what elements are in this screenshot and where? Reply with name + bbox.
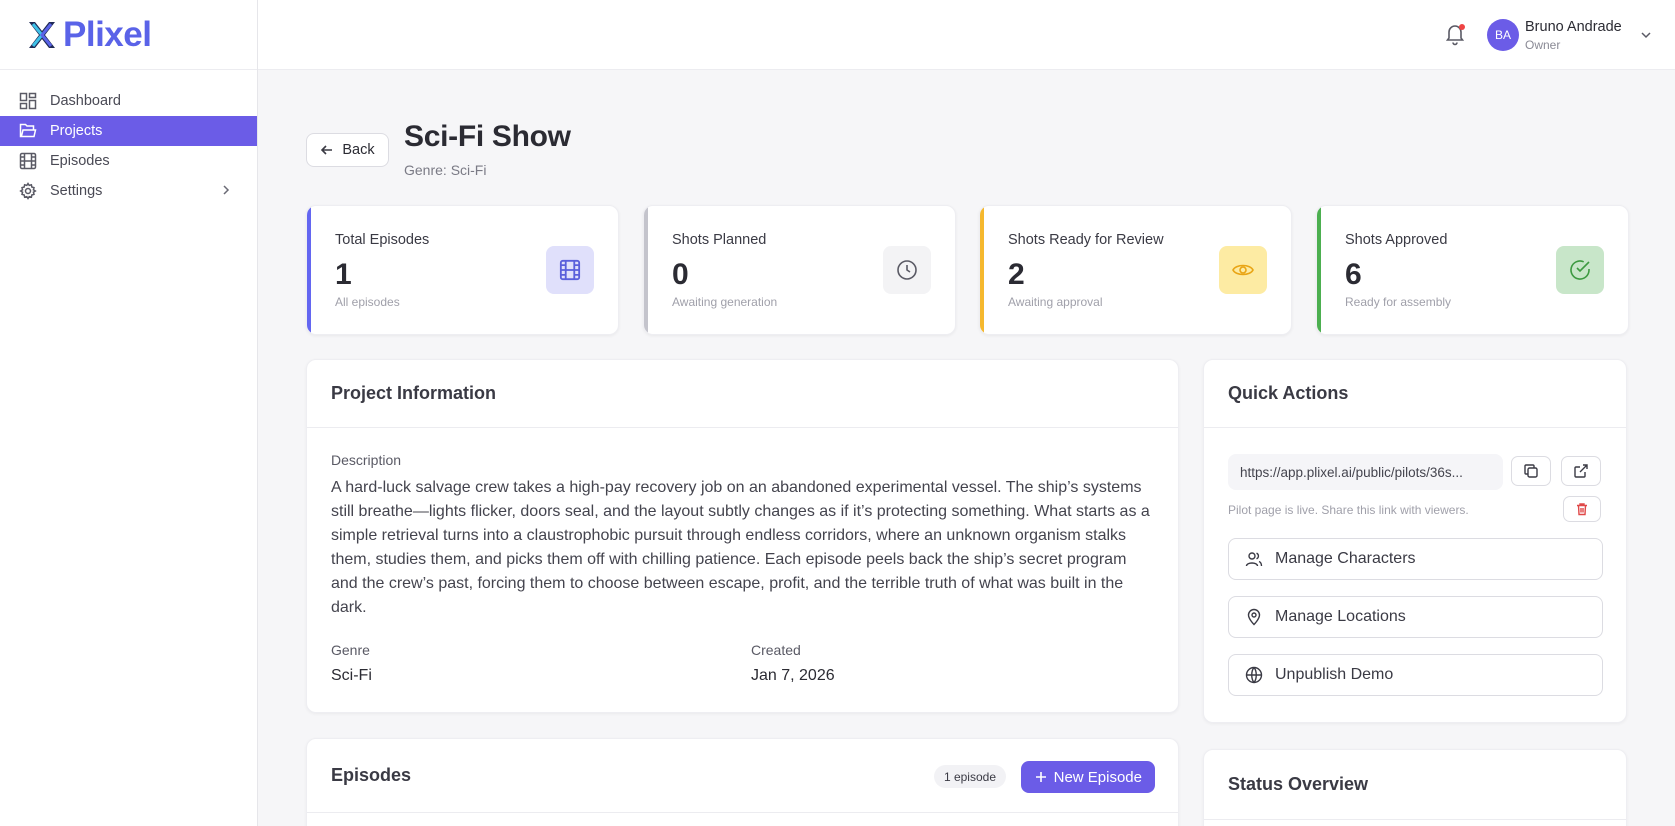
check-circle-icon — [1556, 246, 1604, 294]
episodes-header: Episodes 1 episode New Episode — [307, 739, 1178, 813]
delete-link-button[interactable] — [1563, 496, 1601, 522]
stat-label: Total Episodes — [335, 232, 430, 248]
description-label: Description — [331, 452, 402, 468]
page-subtitle: Genre: Sci-Fi — [404, 162, 487, 178]
new-episode-button[interactable]: New Episode — [1020, 761, 1155, 793]
plixel-logo-icon — [29, 21, 55, 48]
sidebar-item-dashboard[interactable]: Dashboard — [0, 86, 257, 116]
stat-label: Shots Approved — [1345, 232, 1448, 248]
stat-hint: Awaiting generation — [672, 295, 778, 309]
clock-icon — [883, 246, 931, 294]
stat-value: 2 — [1008, 258, 1025, 291]
stat-accent-bar — [1317, 206, 1321, 334]
trash-icon — [1577, 503, 1587, 516]
globe-icon — [1245, 666, 1263, 684]
external-link-icon — [1574, 464, 1588, 478]
stat-accent-bar — [307, 206, 311, 334]
stat-label: Shots Ready for Review — [1008, 232, 1164, 248]
unpublish-demo-label: Unpublish Demo — [1275, 666, 1394, 683]
panel-title: Quick Actions — [1204, 360, 1626, 428]
chevron-down-icon[interactable] — [1639, 28, 1653, 47]
gear-icon — [19, 182, 37, 200]
sidebar-item-label: Dashboard — [50, 93, 121, 109]
film-icon — [19, 152, 37, 170]
map-pin-icon — [1247, 608, 1261, 626]
created-label: Created — [751, 642, 801, 658]
stat-card-shots-approved: Shots Approved 6 Ready for assembly — [1316, 205, 1629, 335]
folder-icon — [19, 122, 37, 140]
manage-locations-label: Manage Locations — [1275, 608, 1406, 625]
arrow-left-icon — [321, 145, 333, 155]
stat-card-shots-ready-review: Shots Ready for Review 2 Awaiting approv… — [979, 205, 1292, 335]
sidebar-item-settings[interactable]: Settings — [0, 176, 257, 206]
sidebar-nav: Dashboard Projects Episodes Settings — [0, 86, 257, 206]
stat-value: 1 — [335, 258, 352, 291]
stat-card-total-episodes: Total Episodes 1 All episodes — [306, 205, 619, 335]
panel-title: Episodes — [331, 765, 412, 785]
top-header: BA — [258, 0, 1675, 70]
user-role: Owner — [1525, 38, 1561, 52]
episodes-panel: Episodes 1 episode New Episode — [306, 738, 1179, 826]
open-link-button[interactable] — [1561, 456, 1601, 486]
stat-accent-bar — [980, 206, 984, 334]
notifications-button[interactable] — [1443, 22, 1467, 46]
avatar[interactable]: BA — [1487, 19, 1519, 51]
brand-logo[interactable]: Plixel — [0, 0, 257, 70]
project-information-panel: Project Information Description A hard-l… — [306, 359, 1179, 713]
public-url-field[interactable]: https://app.plixel.ai/public/pilots/36s.… — [1228, 454, 1503, 490]
notification-dot — [1459, 24, 1465, 30]
stat-hint: Awaiting approval — [1008, 295, 1103, 309]
sidebar-item-episodes[interactable]: Episodes — [0, 146, 257, 176]
plus-icon — [1035, 772, 1046, 782]
manage-characters-button[interactable]: Manage Characters — [1228, 538, 1603, 580]
new-episode-label: New Episode — [1053, 768, 1142, 786]
sidebar-item-label: Episodes — [50, 153, 110, 169]
chevron-right-icon — [219, 183, 233, 201]
film-icon — [546, 246, 594, 294]
share-note: Pilot page is live. Share this link with… — [1228, 503, 1469, 517]
stat-label: Shots Planned — [672, 232, 767, 248]
sidebar-item-label: Settings — [50, 183, 103, 199]
quick-actions-panel: Quick Actions https://app.plixel.ai/publ… — [1203, 359, 1627, 723]
users-icon — [1245, 552, 1263, 567]
back-button[interactable]: Back — [306, 133, 389, 167]
stat-accent-bar — [644, 206, 648, 334]
stat-value: 0 — [672, 258, 689, 291]
panel-title: Project Information — [307, 360, 1178, 428]
dashboard-icon — [19, 92, 37, 110]
stat-value: 6 — [1345, 258, 1362, 291]
stat-hint: All episodes — [335, 295, 400, 309]
manage-locations-button[interactable]: Manage Locations — [1228, 596, 1603, 638]
panel-title: Status Overview — [1204, 750, 1626, 820]
copy-link-button[interactable] — [1511, 456, 1551, 486]
copy-icon — [1524, 464, 1538, 478]
manage-characters-label: Manage Characters — [1275, 550, 1416, 567]
unpublish-demo-button[interactable]: Unpublish Demo — [1228, 654, 1603, 696]
user-name[interactable]: Bruno Andrade — [1525, 19, 1622, 35]
sidebar-item-projects[interactable]: Projects — [0, 116, 257, 146]
stat-card-shots-planned: Shots Planned 0 Awaiting generation — [643, 205, 956, 335]
status-overview-panel: Status Overview — [1203, 749, 1627, 826]
genre-label: Genre — [331, 642, 370, 658]
created-value: Jan 7, 2026 — [751, 667, 835, 684]
page-title: Sci-Fi Show — [404, 120, 571, 153]
sidebar: Plixel Dashboard Projects Episodes Setti… — [0, 0, 258, 826]
description-text: A hard-luck salvage crew takes a high-pa… — [331, 479, 1150, 616]
eye-icon — [1219, 246, 1267, 294]
episode-count-badge: 1 episode — [933, 765, 1006, 788]
stat-hint: Ready for assembly — [1345, 295, 1452, 309]
brand-name: Plixel — [63, 14, 152, 54]
sidebar-item-label: Projects — [50, 123, 103, 139]
genre-value: Sci-Fi — [331, 667, 372, 684]
back-button-label: Back — [342, 142, 375, 158]
